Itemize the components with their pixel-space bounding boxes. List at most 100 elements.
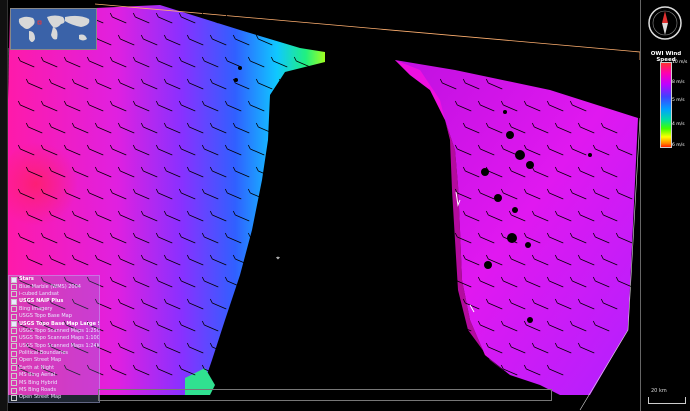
layer-label: MS Bing Aerial — [19, 372, 56, 379]
coordinate-bar — [98, 389, 552, 401]
legend-color-bar — [660, 62, 672, 148]
layer-item[interactable]: USGS NAIP Plus — [9, 298, 99, 305]
wind-vector — [273, 104, 288, 112]
layer-item[interactable]: Blue Marble (WMS) 2004 — [9, 283, 99, 291]
layer-label: Stars — [19, 276, 34, 283]
wind-barb — [454, 320, 458, 326]
layer-label: USGS NAIP Plus — [19, 298, 64, 305]
layer-label: USGS Topo Scanned Maps 1:250K — [19, 327, 100, 334]
layer-checkbox[interactable] — [11, 291, 17, 298]
location-marker[interactable]: ⌖ — [276, 254, 280, 262]
wind-barb — [462, 342, 466, 348]
wind-barb — [454, 276, 458, 282]
layer-checkbox[interactable] — [11, 365, 17, 372]
legend-tick-label: 5 m/s — [672, 98, 685, 103]
layer-label: USGS Topo Base Map — [19, 313, 72, 320]
layer-label: Open Street Map — [19, 357, 62, 364]
wind-barb — [278, 78, 282, 84]
layer-item[interactable]: Open Street Map — [9, 394, 99, 401]
layer-checkbox[interactable] — [11, 328, 17, 335]
layer-checkbox[interactable] — [11, 335, 17, 342]
high-wind-core — [0, 130, 120, 250]
layer-item[interactable]: USGS Topo Base Map — [9, 313, 99, 320]
layer-item[interactable]: Political Boundaries — [9, 350, 99, 357]
layer-item[interactable]: USGS Topo Scanned Maps 1:250K — [9, 328, 99, 335]
wind-vector — [304, 82, 319, 90]
wind-vector — [304, 38, 319, 46]
layer-item[interactable]: MS Bing Aerial — [9, 372, 99, 379]
wind-barb — [270, 144, 274, 150]
layer-checkbox[interactable] — [11, 357, 17, 364]
layer-item[interactable]: Earth at Night — [9, 365, 99, 372]
layer-item[interactable]: i-cubed Landsat — [9, 291, 99, 298]
legend-tick-label: 10 m/s — [672, 60, 688, 65]
layer-label: USGS Topo Base Map Large Scale — [19, 320, 99, 327]
layer-label: Bing Imagery — [19, 305, 53, 312]
layer-checkbox[interactable] — [11, 402, 17, 403]
wind-vector — [227, 16, 242, 24]
wind-vector — [258, 214, 273, 222]
layer-item[interactable]: USGS Topo Scanned Maps 1:100K — [9, 335, 99, 342]
layer-checkbox[interactable] — [11, 276, 17, 283]
layer-checkbox[interactable] — [11, 394, 17, 401]
layer-checkbox[interactable] — [11, 372, 17, 379]
layer-item[interactable]: Stars — [9, 276, 99, 283]
layer-checkbox[interactable] — [11, 306, 17, 313]
layer-label: Blue Marble (WMS) 2004 — [19, 283, 81, 290]
wind-barb — [301, 78, 305, 84]
wind-barb — [270, 100, 274, 106]
wind-barb — [224, 12, 228, 18]
layer-checkbox[interactable] — [11, 387, 17, 394]
wind-vector — [281, 82, 296, 90]
layer-item[interactable]: Products — [9, 402, 99, 403]
layer-checkbox[interactable] — [11, 350, 17, 357]
legend-tick-label: 6 m/s — [672, 143, 685, 148]
wind-barb — [278, 122, 282, 128]
wind-barb — [278, 34, 282, 40]
compass-icon[interactable] — [647, 5, 683, 41]
layer-checkbox[interactable] — [11, 321, 17, 328]
overview-map[interactable] — [10, 8, 97, 50]
layer-checkbox[interactable] — [11, 298, 17, 305]
wind-vector — [250, 236, 265, 244]
legend-tick-label: 8 m/s — [672, 80, 685, 85]
wind-vector — [296, 104, 311, 112]
scale-bar — [648, 397, 686, 404]
layer-checkbox[interactable] — [11, 380, 17, 387]
layer-label: Open Street Map — [19, 394, 62, 401]
layer-checkbox[interactable] — [11, 284, 17, 291]
wind-vector — [457, 368, 472, 376]
layer-item[interactable]: MS Bing Roads — [9, 387, 99, 394]
layer-item[interactable]: USGS Topo Scanned Maps 1:24K — [9, 343, 99, 350]
svg-text:⌖: ⌖ — [276, 254, 280, 262]
layer-checkbox[interactable] — [11, 343, 17, 350]
layer-item[interactable]: Open Street Map — [9, 357, 99, 364]
wind-barb — [255, 210, 259, 216]
wind-vector — [465, 346, 480, 354]
layer-list-panel[interactable]: Stars Blue Marble (WMS) 2004 i-cubed Lands… — [8, 275, 100, 403]
layer-label: Earth at Night — [19, 364, 55, 371]
layer-label: Products — [19, 402, 44, 403]
layer-label: USGS Topo Scanned Maps 1:100K — [19, 335, 100, 342]
layer-checkbox[interactable] — [11, 313, 17, 320]
scale-label: 20 km — [651, 388, 667, 394]
wind-barb — [293, 100, 297, 106]
layer-item[interactable]: MS Bing Hybrid — [9, 379, 99, 387]
layer-item[interactable]: USGS Topo Base Map Large Scale — [9, 320, 99, 328]
wind-vector — [273, 148, 288, 156]
layer-label: i-cubed Landsat — [19, 290, 59, 297]
left-toolbar-strip — [0, 0, 8, 411]
wind-barb — [454, 364, 458, 370]
layer-label: MS Bing Hybrid — [19, 379, 58, 386]
wind-barb — [477, 364, 481, 370]
world-map-icon — [11, 9, 96, 49]
right-panel: OWI Wind Speed 10 m/s 8 m/s 5 m/s 4 m/s … — [640, 0, 690, 411]
wind-vector — [281, 126, 296, 134]
layer-label: USGS Topo Scanned Maps 1:24K — [19, 342, 100, 349]
legend-tick-label: 4 m/s — [672, 122, 685, 127]
wind-speed-map[interactable]: ⌖ — [0, 0, 690, 411]
wind-barb — [301, 34, 305, 40]
layer-label: Political Boundaries — [19, 350, 69, 357]
layer-item[interactable]: Bing Imagery — [9, 306, 99, 313]
layer-label: MS Bing Roads — [19, 387, 56, 394]
